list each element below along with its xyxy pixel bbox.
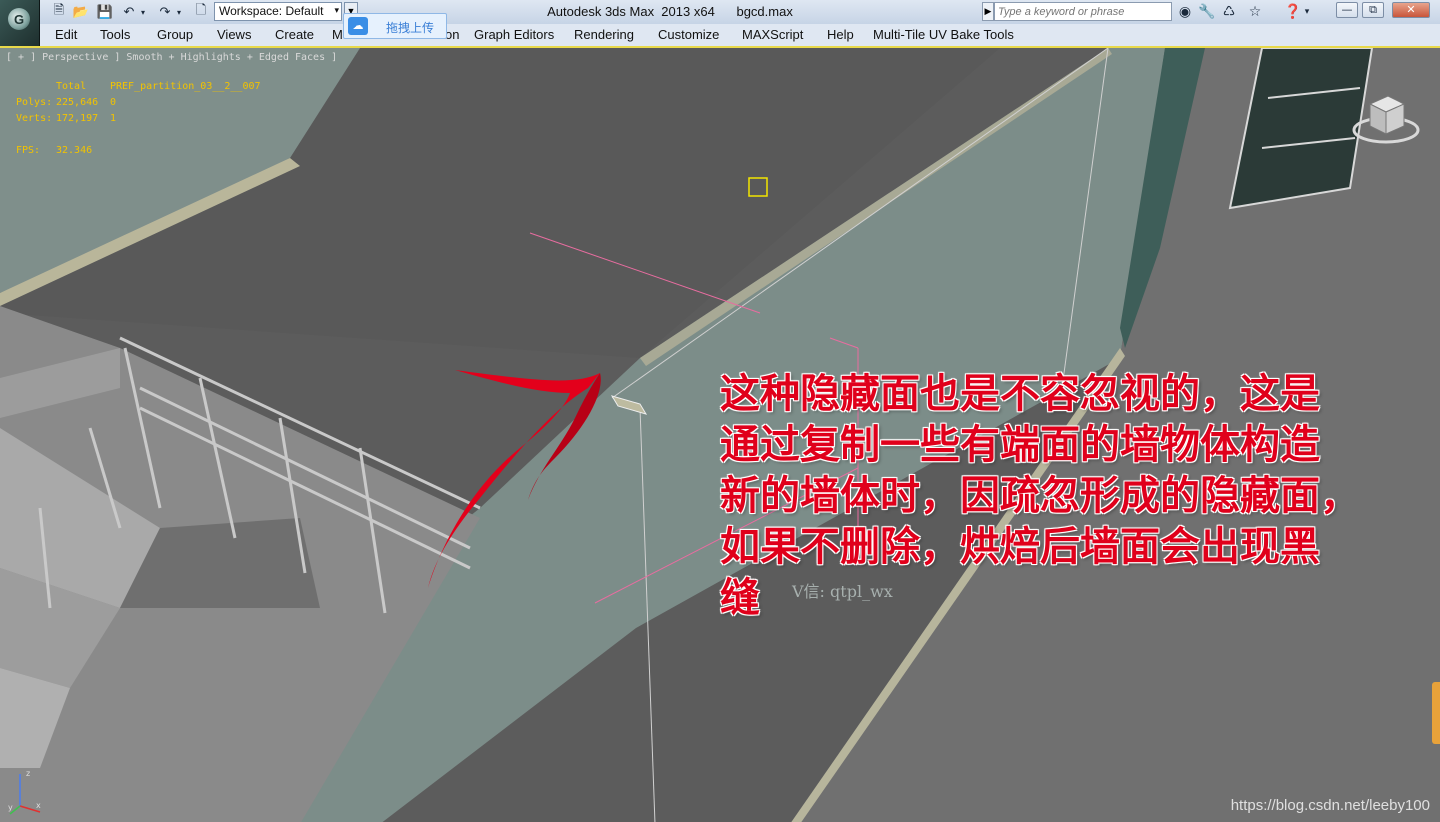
upload-overlay-label: 拖拽上传 xyxy=(386,21,435,35)
blog-watermark: https://blog.csdn.net/leeby100 xyxy=(1230,797,1430,814)
undo-dropdown-icon[interactable]: ▾ xyxy=(138,3,148,21)
menu-maxscript[interactable]: MAXScript xyxy=(742,27,803,42)
stats-fps-value: 32.346 xyxy=(56,145,93,156)
annotation-line: 如果不删除，烘焙后墙面会出现黑 xyxy=(720,523,1320,570)
open-file-icon[interactable]: 📂 xyxy=(72,3,90,21)
save-icon[interactable]: 💾 xyxy=(96,3,114,21)
favorites-star-icon[interactable]: ☆ xyxy=(1246,3,1264,21)
minimize-button[interactable]: — xyxy=(1336,2,1358,18)
binoculars-icon[interactable]: ◉ xyxy=(1176,3,1194,21)
menu-tools[interactable]: Tools xyxy=(100,27,130,42)
menu-views[interactable]: Views xyxy=(217,27,251,42)
communication-icon[interactable]: ♺ xyxy=(1220,3,1238,21)
help-dropdown-icon[interactable]: ▾ xyxy=(1302,3,1312,21)
menu-bar: Edit Tools Group Views Create M on Graph… xyxy=(40,24,1440,47)
menu-help[interactable]: Help xyxy=(827,27,854,42)
annotation-line: 通过复制一些有端面的墙物体构造 xyxy=(720,421,1320,468)
axis-z-label: z xyxy=(26,769,30,778)
menu-edit[interactable]: Edit xyxy=(55,27,77,42)
axis-tripod-icon: z x y xyxy=(6,766,46,816)
menu-customize[interactable]: Customize xyxy=(658,27,719,42)
axis-y-label: y xyxy=(8,803,13,812)
title-bar: 🗎 📂 💾 ↶ ▾ ↷ ▾ 🗋 Workspace: Default ▾ ▼ Au… xyxy=(0,0,1440,25)
subscription-icon[interactable]: 🔧 xyxy=(1198,3,1216,21)
undo-icon[interactable]: ↶ xyxy=(120,3,138,21)
redo-dropdown-icon[interactable]: ▾ xyxy=(174,3,184,21)
window-title: Autodesk 3ds Max 2013 x64 bgcd.max xyxy=(547,4,793,19)
app-menu-button[interactable]: G xyxy=(0,0,40,46)
workspace-value: Workspace: Default xyxy=(219,4,324,18)
stats-verts-object: 1 xyxy=(110,113,117,124)
viewport-scroll-handle[interactable] xyxy=(1432,682,1440,744)
wechat-watermark: V信: qtpl_wx xyxy=(792,582,893,601)
stats-polys-object: 0 xyxy=(110,97,117,108)
chevron-down-icon: ▾ xyxy=(334,5,339,15)
menu-group[interactable]: Group xyxy=(157,27,193,42)
menu-create[interactable]: Create xyxy=(275,27,314,42)
stats-header-object: PREF_partition_03__2__007 xyxy=(110,81,261,92)
menu-graph-editors[interactable]: Graph Editors xyxy=(474,27,554,42)
stats-verts-total: 172,197 xyxy=(56,113,99,124)
help-icon[interactable]: ❓ xyxy=(1284,3,1302,21)
axis-x-label: x xyxy=(36,801,41,810)
stats-polys-total: 225,646 xyxy=(56,97,99,108)
cloud-upload-icon: ☁ xyxy=(348,17,368,35)
new-file-icon[interactable]: 🗎 xyxy=(50,3,68,21)
menu-rendering[interactable]: Rendering xyxy=(574,27,634,42)
stats-header-total: Total xyxy=(56,81,87,92)
3ds-max-logo-icon: G xyxy=(8,8,30,30)
annotation-line: 新的墙体时，因疏忽形成的隐藏面， xyxy=(720,472,1360,519)
close-button[interactable]: ✕ xyxy=(1392,2,1430,18)
restore-button[interactable]: ⧉ xyxy=(1362,2,1384,18)
viewport-label[interactable]: [ + ] Perspective ] Smooth + Highlights … xyxy=(6,52,337,63)
perspective-viewport[interactable]: [ + ] Perspective ] Smooth + Highlights … xyxy=(0,46,1440,822)
stats-fps-label: FPS: xyxy=(16,145,41,156)
stats-polys-label: Polys: xyxy=(16,97,53,108)
search-expand-icon[interactable]: ▶ xyxy=(982,2,994,21)
stats-verts-label: Verts: xyxy=(16,113,53,124)
redo-icon[interactable]: ↷ xyxy=(156,3,174,21)
search-input[interactable] xyxy=(994,2,1172,21)
menu-modifiers[interactable]: M xyxy=(332,27,343,42)
menu-multi-tile-uv-bake-tools[interactable]: Multi-Tile UV Bake Tools xyxy=(873,27,1014,42)
viewcube-icon[interactable] xyxy=(1350,78,1420,148)
menu-animation[interactable]: on xyxy=(445,27,459,42)
workspace-select[interactable]: Workspace: Default ▾ xyxy=(214,2,342,21)
hold-icon[interactable]: 🗋 xyxy=(192,3,210,21)
upload-drag-overlay[interactable]: ☁ 拖拽上传 xyxy=(343,13,447,39)
annotation-line: 这种隐藏面也是不容忽视的，这是 xyxy=(720,370,1320,417)
